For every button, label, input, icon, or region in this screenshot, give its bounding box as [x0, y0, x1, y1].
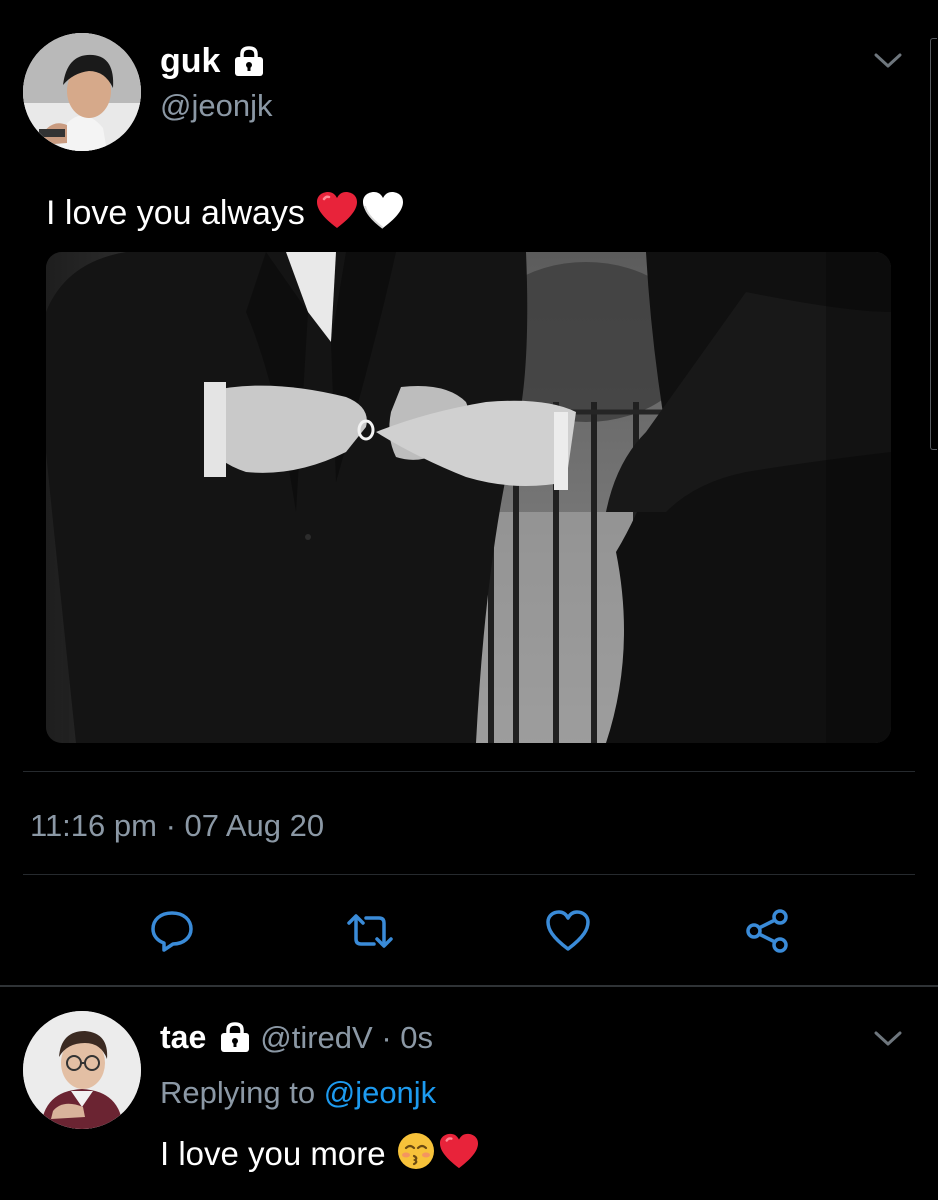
reply-author-avatar[interactable]	[23, 1011, 141, 1129]
tweet-text: I love you always	[46, 190, 405, 236]
avatar-photo	[23, 33, 141, 151]
tweet-separator	[0, 985, 938, 987]
author-avatar[interactable]	[23, 33, 141, 151]
avatar-photo	[23, 1011, 141, 1129]
author-header[interactable]: guk	[160, 44, 266, 78]
reply-time-separator: ·	[372, 1019, 401, 1055]
reply-menu-button[interactable]	[868, 1024, 908, 1054]
reply-text-content: I love you more	[160, 1135, 386, 1172]
retweet-button[interactable]	[340, 901, 400, 961]
divider	[23, 874, 915, 875]
tweet-media[interactable]	[46, 252, 891, 743]
divider	[23, 771, 915, 772]
lock-icon	[232, 45, 266, 77]
share-button[interactable]	[737, 901, 797, 961]
reply-header: tae @tiredV · 0s	[160, 1021, 433, 1053]
share-icon	[746, 909, 788, 953]
speech-bubble-icon	[151, 911, 193, 952]
retweet-icon	[347, 914, 393, 948]
chevron-down-icon	[874, 1031, 902, 1046]
reply-time[interactable]: 0s	[400, 1022, 433, 1053]
heart-icon	[546, 910, 590, 951]
scrollbar[interactable]	[930, 38, 937, 450]
author-handle[interactable]: @jeonjk	[160, 90, 272, 121]
kissing-face-emoji	[396, 1131, 436, 1176]
reply-text: I love you more	[160, 1131, 480, 1176]
reply-author-name[interactable]: tae	[160, 1021, 206, 1053]
author-name: guk	[160, 42, 221, 80]
red-heart-emoji	[315, 190, 359, 236]
replying-to-handle[interactable]: @jeonjk	[324, 1075, 436, 1110]
like-button[interactable]	[538, 901, 598, 961]
replying-to-label: Replying to	[160, 1075, 316, 1110]
chevron-down-icon	[874, 53, 902, 68]
replying-to: Replying to @jeonjk	[160, 1077, 436, 1108]
tweet-timestamp[interactable]: 11:16 pm · 07 Aug 20	[30, 810, 324, 841]
white-heart-emoji	[361, 190, 405, 236]
tweet-text-content: I love you always	[46, 194, 305, 232]
red-heart-emoji	[438, 1132, 480, 1175]
photo	[46, 252, 891, 743]
reply-author-handle[interactable]: @tiredV	[260, 1022, 372, 1053]
reply-button[interactable]	[142, 901, 202, 961]
lock-icon	[218, 1021, 252, 1053]
tweet-menu-button[interactable]	[868, 46, 908, 76]
